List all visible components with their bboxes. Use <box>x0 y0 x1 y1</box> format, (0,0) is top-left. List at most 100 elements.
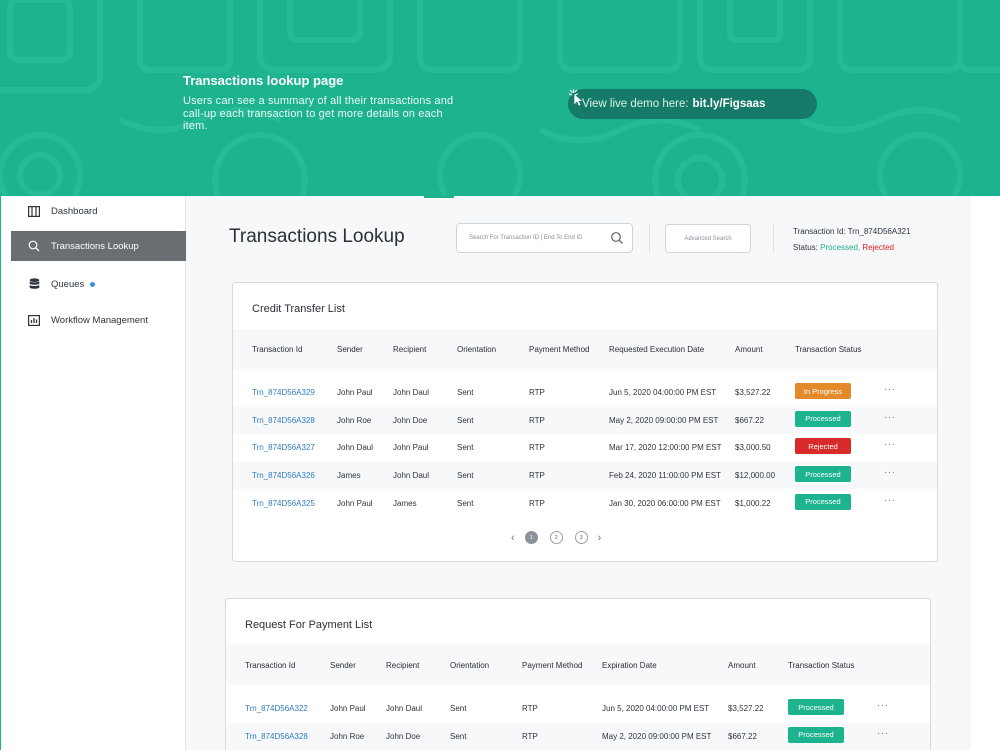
table-row[interactable]: Trn_874D56A325 John Paul James Sent RTP Jan 3… <box>233 490 937 517</box>
more-options-icon[interactable]: ··· <box>884 467 896 478</box>
orientation-cell: Sent <box>457 443 474 453</box>
demo-link[interactable]: bit.ly/Figsaas <box>693 98 766 110</box>
column-header: Recipient <box>386 661 420 670</box>
status-badge: Processed <box>788 699 844 715</box>
recipient-cell: John Doe <box>386 731 421 741</box>
page-button-1[interactable]: 1 <box>524 531 538 544</box>
request-for-payment-card: Request For Payment List Transaction Id S… <box>225 598 931 750</box>
sidebar-item-label: Dashboard <box>51 205 98 217</box>
recipient-cell: John Daul <box>386 704 423 713</box>
status-badge: Processed <box>795 466 851 483</box>
transaction-id-cell[interactable]: Trn_874D56A326 <box>252 471 315 480</box>
orientation-cell: Sent <box>457 471 474 481</box>
sender-cell: James <box>337 471 361 481</box>
transaction-id-cell[interactable]: Trn_874D56A328 <box>252 416 315 425</box>
amount-cell: $3,000.50 <box>735 443 771 453</box>
more-options-icon[interactable]: ··· <box>884 495 896 506</box>
chevron-left-icon[interactable]: ‹ <box>511 532 515 544</box>
page-button-3[interactable]: 3 <box>574 531 588 544</box>
column-header: Requested Execution Date <box>609 345 705 354</box>
transaction-id-cell[interactable]: Trn_874D56A325 <box>252 499 315 508</box>
card-title: Request For Payment List <box>245 619 373 631</box>
more-options-icon[interactable]: ··· <box>877 700 889 711</box>
table-row[interactable]: Trn_874D56A327 John Daul John Paul Sent RTP M… <box>233 434 937 461</box>
payment-method-cell: RTP <box>529 498 545 508</box>
column-header: Transaction Id <box>245 661 296 670</box>
payment-method-cell: RTP <box>522 704 538 713</box>
payment-method-cell: RTP <box>529 471 545 481</box>
sidebar-item-dashboard[interactable]: Dashboard <box>11 196 186 226</box>
amount-cell: $1,000.22 <box>735 498 771 508</box>
payment-method-cell: RTP <box>529 443 545 453</box>
recipient-cell: John Doe <box>393 415 428 425</box>
table-row[interactable]: Trn_874D56A328 John Roe John Doe Sent RTP May… <box>226 722 930 750</box>
dashboard-icon <box>27 204 41 218</box>
hero-banner: Transactions lookup page Users can see a… <box>0 0 1000 196</box>
table-header: Transaction Id Sender Recipient Orientation… <box>233 329 937 369</box>
date-cell: Jun 5, 2020 04:00:00 PM EST <box>609 388 717 397</box>
column-header: Recipient <box>393 345 427 354</box>
recipient-cell: John Daul <box>393 388 430 397</box>
accent-indicator <box>424 196 454 198</box>
amount-cell: $3,527.22 <box>735 388 771 397</box>
amount-cell: $667.22 <box>728 731 757 741</box>
column-header: Transaction Status <box>795 345 862 354</box>
orientation-cell: Sent <box>457 388 474 397</box>
transaction-id-cell[interactable]: Trn_874D56A328 <box>245 732 308 741</box>
payment-method-cell: RTP <box>529 388 545 397</box>
status-label: Status: <box>793 243 818 252</box>
table-row[interactable]: Trn_874D56A329 John Paul John Daul Sent RTP J… <box>233 379 937 406</box>
search-input[interactable]: Search For Transaction ID | End To End I… <box>456 223 633 253</box>
sender-cell: John Paul <box>337 498 373 508</box>
status-badge: Rejected <box>795 438 851 455</box>
search-icon[interactable] <box>610 231 624 245</box>
table-row[interactable]: Trn_874D56A322 John Paul John Daul Sent RTP J… <box>226 695 930 722</box>
sender-cell: John Paul <box>337 388 373 397</box>
status-badge: In Progress <box>795 383 851 399</box>
column-header: Transaction Status <box>788 661 855 670</box>
recipient-cell: James <box>393 498 417 508</box>
date-cell: May 2, 2020 09:00:00 PM EST <box>602 731 712 741</box>
more-options-icon[interactable]: ··· <box>877 728 889 739</box>
page-button-2[interactable]: 2 <box>549 531 563 544</box>
chevron-right-icon[interactable]: › <box>598 532 602 544</box>
column-header: Sender <box>337 345 363 354</box>
cursor-click-icon <box>568 89 582 106</box>
divider <box>773 225 774 253</box>
main-content: Transactions Lookup Search For Transacti… <box>186 196 971 750</box>
hero-title: Transactions lookup page <box>183 73 344 88</box>
sidebar-item-transactions-lookup[interactable]: Transactions Lookup <box>11 231 186 261</box>
sender-cell: John Roe <box>337 415 372 425</box>
more-options-icon[interactable]: ··· <box>884 439 896 450</box>
sidebar-item-queues[interactable]: Queues <box>11 269 186 299</box>
pagination: ‹ 1 2 3 › <box>511 531 601 544</box>
notification-dot <box>90 281 96 287</box>
sender-cell: John Paul <box>330 704 366 713</box>
sidebar-item-workflow-management[interactable]: Workflow Management <box>11 305 186 335</box>
more-options-icon[interactable]: ··· <box>884 412 896 423</box>
hero-description: Users can see a summary of all their tra… <box>183 95 454 132</box>
payment-method-cell: RTP <box>529 415 545 425</box>
database-icon <box>27 277 41 291</box>
transaction-id-cell[interactable]: Trn_874D56A329 <box>252 388 315 397</box>
app-window: Dashboard Transactions Lookup Queues Wor… <box>0 196 1000 750</box>
table-row[interactable]: Trn_874D56A328 John Roe John Doe Sent RTP May… <box>233 406 937 434</box>
recipient-cell: John Daul <box>393 471 430 481</box>
column-header: Amount <box>728 661 756 670</box>
date-cell: Feb 24, 2020 11:00:00 PM EST <box>609 471 721 481</box>
recipient-cell: John Paul <box>393 443 429 453</box>
chart-icon <box>27 313 41 327</box>
advanced-search-button[interactable]: Advanced Search <box>665 224 751 253</box>
sidebar-item-label: Transactions Lookup <box>51 240 139 252</box>
amount-cell: $12,000.00 <box>735 471 776 481</box>
transaction-id-cell[interactable]: Trn_874D56A327 <box>252 443 315 452</box>
credit-transfer-card: Credit Transfer List Transaction Id Sende… <box>232 282 938 562</box>
more-options-icon[interactable]: ··· <box>884 384 896 395</box>
table-header: Transaction Id Sender Recipient Orientation… <box>226 645 930 685</box>
status-badge: Processed <box>795 493 851 510</box>
date-cell: Jun 5, 2020 04:00:00 PM EST <box>602 704 710 713</box>
table-row[interactable]: Trn_874D56A326 James John Daul Sent RTP Feb 2… <box>233 462 937 490</box>
transaction-id-cell[interactable]: Trn_874D56A322 <box>245 704 308 713</box>
amount-cell: $667.22 <box>735 415 764 425</box>
live-demo-button[interactable]: View live demo here: bit.ly/Figsaas <box>568 89 817 119</box>
